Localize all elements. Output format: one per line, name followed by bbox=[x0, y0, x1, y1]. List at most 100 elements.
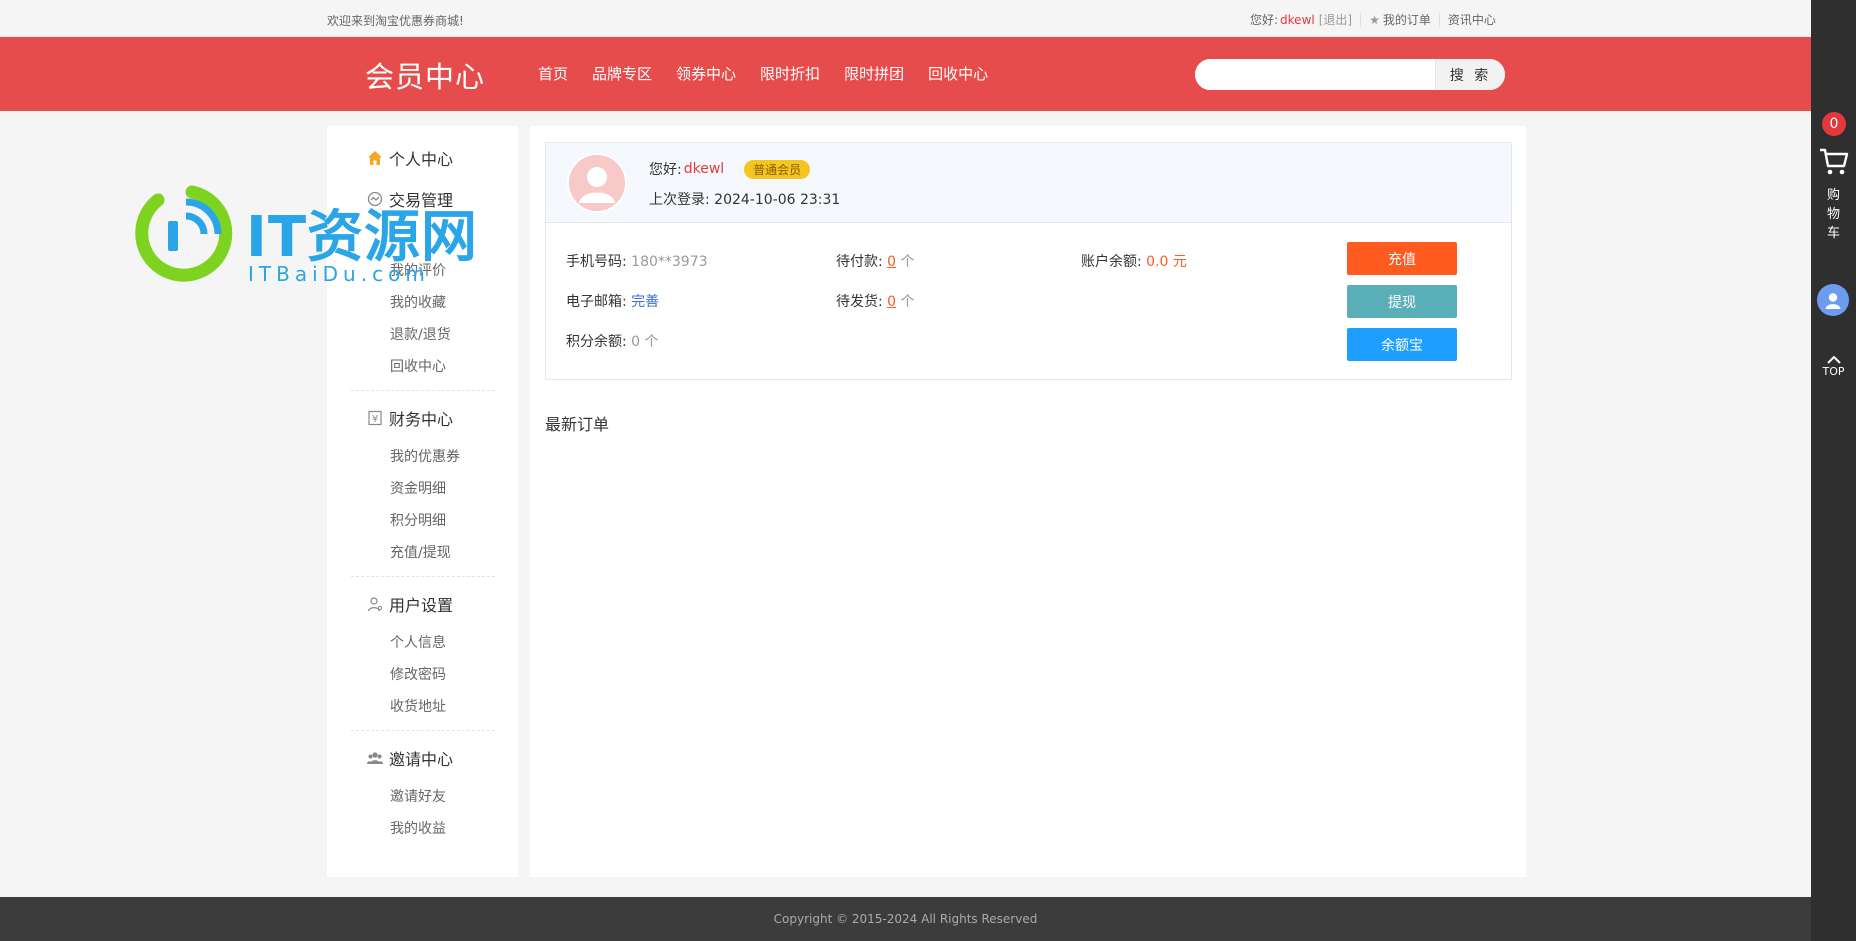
main-nav: 首页 品牌专区 领券中心 限时折扣 限时拼团 回收中心 bbox=[538, 63, 1012, 84]
points-row: 积分余额: 0 个 bbox=[566, 331, 659, 351]
sidebar-group-finance[interactable]: ¥ 财务中心 bbox=[367, 406, 453, 430]
balance-value: 0.0 元 bbox=[1146, 254, 1187, 270]
star-icon: ★ bbox=[1369, 12, 1380, 27]
sidebar-item-refunds[interactable]: 退款/退货 bbox=[390, 324, 451, 344]
watermark-subtitle: ITBaiDu.com bbox=[248, 262, 430, 286]
yuebao-button[interactable]: 余额宝 bbox=[1347, 328, 1457, 361]
search-box: 搜 索 bbox=[1195, 59, 1505, 90]
nav-item-recycle[interactable]: 回收中心 bbox=[928, 63, 988, 84]
pending-pay-label: 待付款: bbox=[836, 254, 883, 270]
top-bar-right: 您好: dkewl [退出] ★ 我的订单 资讯中心 bbox=[1250, 11, 1496, 28]
sidebar-item-my-earnings[interactable]: 我的收益 bbox=[390, 818, 446, 838]
sidebar-item-shipping-address[interactable]: 收货地址 bbox=[390, 696, 446, 716]
arrow-up-icon bbox=[1826, 356, 1841, 364]
pending-ship-count[interactable]: 0 bbox=[887, 294, 896, 310]
latest-orders-title: 最新订单 bbox=[545, 415, 610, 434]
sidebar-group-title: 财务中心 bbox=[389, 410, 454, 429]
header: 会员中心 首页 品牌专区 领券中心 限时折扣 限时拼团 回收中心 搜 索 bbox=[0, 37, 1811, 111]
email-row: 电子邮箱: 完善 bbox=[566, 291, 659, 311]
cart-count-badge: 0 bbox=[1822, 112, 1846, 136]
sidebar-item-change-password[interactable]: 修改密码 bbox=[390, 664, 446, 684]
greeting-label: 您好: bbox=[1250, 13, 1279, 27]
profile-header: 您好: dkewl 普通会员 上次登录: 2024-10-06 23:31 bbox=[546, 143, 1511, 223]
profile-username: dkewl bbox=[683, 161, 725, 177]
divider bbox=[351, 576, 495, 577]
top-label: TOP bbox=[1822, 365, 1845, 378]
back-to-top-button[interactable]: TOP bbox=[1811, 356, 1856, 378]
divider bbox=[1360, 12, 1362, 27]
user-settings-icon bbox=[367, 596, 383, 612]
top-bar: 欢迎来到淘宝优惠券商城! 您好: dkewl [退出] ★ 我的订单 资讯中心 bbox=[0, 0, 1811, 37]
finance-icon: ¥ bbox=[367, 410, 383, 426]
nav-item-group-buy[interactable]: 限时拼团 bbox=[844, 63, 904, 84]
page-logo[interactable]: 会员中心 bbox=[365, 54, 485, 96]
sidebar-group-user-settings[interactable]: 用户设置 bbox=[367, 592, 453, 616]
divider bbox=[351, 730, 495, 731]
unit-label: 个 bbox=[900, 254, 915, 270]
email-label: 电子邮箱: bbox=[566, 294, 627, 310]
sidebar-item-my-coupons[interactable]: 我的优惠券 bbox=[390, 446, 460, 466]
divider bbox=[351, 390, 495, 391]
last-login: 上次登录: 2024-10-06 23:31 bbox=[649, 189, 840, 209]
sidebar-group-title: 个人中心 bbox=[389, 150, 454, 169]
sidebar-item-personal-info[interactable]: 个人信息 bbox=[390, 632, 446, 652]
watermark-title: IT资源网 bbox=[246, 205, 479, 270]
sidebar-group-title: 邀请中心 bbox=[389, 750, 454, 769]
profile-greeting: 您好: dkewl 普通会员 bbox=[649, 159, 811, 179]
avatar[interactable] bbox=[567, 153, 627, 213]
right-toolbar: 0 购物车 TOP bbox=[1811, 0, 1856, 941]
pending-pay-row: 待付款: 0 个 bbox=[836, 251, 915, 271]
points-value: 0 个 bbox=[631, 334, 659, 350]
unit-label: 个 bbox=[900, 294, 915, 310]
welcome-text: 欢迎来到淘宝优惠券商城! bbox=[327, 14, 464, 28]
phone-row: 手机号码: 180**3973 bbox=[566, 251, 708, 271]
watermark-logo: IT资源网 ITBaiDu.com bbox=[130, 178, 530, 288]
search-input[interactable] bbox=[1195, 59, 1435, 90]
username-link[interactable]: dkewl bbox=[1280, 13, 1315, 27]
sidebar-item-favorites[interactable]: 我的收藏 bbox=[390, 292, 446, 312]
last-login-value: 2024-10-06 23:31 bbox=[714, 192, 841, 208]
invite-icon bbox=[367, 750, 383, 766]
points-label: 积分余额: bbox=[566, 334, 627, 350]
home-icon bbox=[367, 150, 383, 166]
copyright-text: Copyright © 2015-2024 All Rights Reserve… bbox=[773, 912, 1038, 926]
sidebar-item-points-details[interactable]: 积分明细 bbox=[390, 510, 446, 530]
nav-item-home[interactable]: 首页 bbox=[538, 63, 568, 84]
sidebar-group-invite[interactable]: 邀请中心 bbox=[367, 746, 453, 770]
my-orders-link[interactable]: 我的订单 bbox=[1383, 11, 1431, 28]
pending-pay-count[interactable]: 0 bbox=[887, 254, 896, 270]
search-button[interactable]: 搜 索 bbox=[1435, 59, 1505, 90]
svg-text:¥: ¥ bbox=[372, 414, 378, 425]
pending-ship-row: 待发货: 0 个 bbox=[836, 291, 915, 311]
last-login-label: 上次登录: bbox=[649, 192, 710, 208]
withdraw-button[interactable]: 提现 bbox=[1347, 285, 1457, 318]
pending-ship-label: 待发货: bbox=[836, 294, 883, 310]
nav-item-flash-sale[interactable]: 限时折扣 bbox=[760, 63, 820, 84]
greeting-label: 您好: bbox=[649, 162, 682, 178]
complete-email-link[interactable]: 完善 bbox=[631, 294, 659, 310]
cart-icon[interactable] bbox=[1819, 148, 1849, 176]
sidebar-item-fund-details[interactable]: 资金明细 bbox=[390, 478, 446, 498]
footer: Copyright © 2015-2024 All Rights Reserve… bbox=[0, 897, 1811, 941]
balance-row: 账户余额: 0.0 元 bbox=[1081, 251, 1187, 271]
nav-item-brands[interactable]: 品牌专区 bbox=[592, 63, 652, 84]
main-panel: 您好: dkewl 普通会员 上次登录: 2024-10-06 23:31 手机… bbox=[530, 126, 1526, 877]
sidebar-item-recycle[interactable]: 回收中心 bbox=[390, 356, 446, 376]
logout-link[interactable]: [退出] bbox=[1319, 11, 1352, 28]
phone-value: 180**3973 bbox=[631, 254, 708, 270]
balance-label: 账户余额: bbox=[1081, 254, 1142, 270]
recharge-button[interactable]: 充值 bbox=[1347, 242, 1457, 275]
news-center-link[interactable]: 资讯中心 bbox=[1448, 11, 1496, 28]
sidebar-group-title: 用户设置 bbox=[389, 596, 454, 615]
watermark-ring-icon bbox=[135, 185, 233, 282]
divider bbox=[1438, 12, 1440, 27]
member-level-badge: 普通会员 bbox=[744, 159, 811, 179]
customer-service-icon[interactable] bbox=[1817, 284, 1849, 316]
phone-label: 手机号码: bbox=[566, 254, 627, 270]
sidebar-item-recharge-withdraw[interactable]: 充值/提现 bbox=[390, 542, 451, 562]
profile-card: 您好: dkewl 普通会员 上次登录: 2024-10-06 23:31 手机… bbox=[545, 142, 1512, 380]
cart-label[interactable]: 购物车 bbox=[1811, 186, 1856, 243]
sidebar-item-invite-friends[interactable]: 邀请好友 bbox=[390, 786, 446, 806]
nav-item-coupons[interactable]: 领券中心 bbox=[676, 63, 736, 84]
sidebar-group-personal[interactable]: 个人中心 bbox=[367, 146, 453, 170]
